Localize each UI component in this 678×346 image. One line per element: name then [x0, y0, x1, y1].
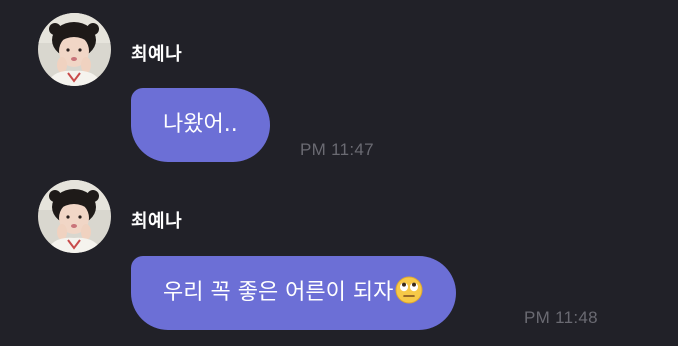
- message-text: 나왔어..: [163, 112, 238, 137]
- message-time: PM 11:47: [300, 140, 374, 159]
- sender-name: 최예나: [131, 211, 183, 232]
- avatar[interactable]: [38, 13, 111, 86]
- message-bubble[interactable]: 우리 꼭 좋은 어른이 되자: [131, 256, 457, 330]
- message-bubble[interactable]: 나왔어..: [131, 88, 270, 162]
- face-with-rolling-eyes-icon: [394, 262, 424, 304]
- profile-photo-icon: [38, 13, 111, 86]
- profile-photo-icon: [38, 180, 111, 253]
- sender-name: 최예나: [131, 44, 183, 65]
- message-time: PM 11:48: [524, 308, 598, 327]
- message-text: 우리 꼭 좋은 어른이 되자: [163, 280, 394, 305]
- avatar[interactable]: [38, 180, 111, 253]
